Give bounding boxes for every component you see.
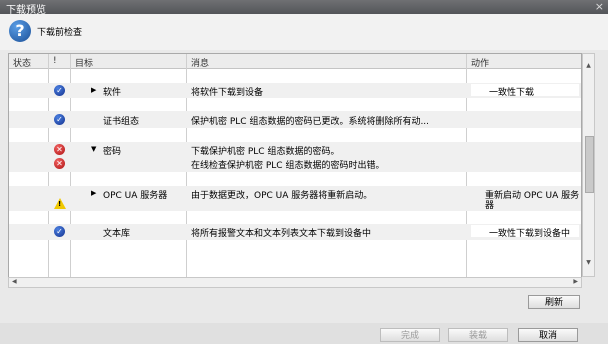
dialog-header <box>0 14 608 50</box>
table-row <box>9 211 581 224</box>
expand-arrow-icon[interactable]: ▶ <box>91 86 96 94</box>
collapse-arrow-icon[interactable]: ▼ <box>91 145 96 153</box>
table-row <box>9 128 581 142</box>
row-message: 由于数据更改，OPC UA 服务器将重新启动。 <box>191 191 373 201</box>
close-icon[interactable]: × <box>595 0 604 13</box>
check-table: 状态 ! 目标 消息 动作 ✓ ▶ 软件 将软件下载到设备 一致性下载 ✓ 证书… <box>8 53 582 279</box>
header-title: 下载前检查 <box>37 28 83 38</box>
col-action[interactable]: 动作 <box>471 56 489 69</box>
row-action: 重新启动 OPC UA 服务 <box>485 191 580 201</box>
success-icon: ✓ <box>54 226 65 237</box>
row-action: 一致性下载到设备中 <box>489 229 571 239</box>
success-icon: ✓ <box>54 114 65 125</box>
row-action-wrap: 器 <box>485 201 495 211</box>
row-action: 一致性下载 <box>489 88 535 98</box>
vertical-scrollbar[interactable]: ▲ ▼ <box>582 53 595 277</box>
error-icon: ✕ <box>54 158 65 169</box>
row-target: 文本库 <box>103 229 131 239</box>
table-row[interactable]: ✕ ▼ 密码 下载保护机密 PLC 组态数据的密码。 ✕ 在线检查保护机密 PL… <box>9 142 581 172</box>
scroll-up-icon[interactable]: ▲ <box>584 62 593 71</box>
dialog-footer <box>0 323 608 344</box>
row-target: 证书组态 <box>103 117 140 127</box>
row-message: 下载保护机密 PLC 组态数据的密码。 <box>191 147 340 157</box>
table-row[interactable]: ✓ ▶ 软件 将软件下载到设备 一致性下载 <box>9 83 581 98</box>
row-message: 将软件下载到设备 <box>191 88 264 98</box>
table-row <box>9 172 581 186</box>
warning-icon: ! <box>54 198 66 209</box>
table-row[interactable]: ✓ 证书组态 保护机密 PLC 组态数据的密码已更改。系统将删除所有动... <box>9 111 581 128</box>
col-status[interactable]: 状态 <box>13 56 31 69</box>
action-select[interactable]: 一致性下载 <box>471 84 579 98</box>
row-target: 软件 <box>103 88 122 98</box>
scroll-left-icon[interactable]: ◀ <box>12 278 17 285</box>
col-excl[interactable]: ! <box>53 56 57 66</box>
row-message: 将所有报警文本和文本列表文本下载到设备中 <box>191 229 372 239</box>
table-header: 状态 ! 目标 消息 动作 <box>9 54 581 69</box>
horizontal-scrollbar[interactable]: ◀ ▶ <box>8 277 582 288</box>
row-target: OPC UA 服务器 <box>103 191 168 201</box>
table-row[interactable]: ! ▶ OPC UA 服务器 由于数据更改，OPC UA 服务器将重新启动。 重… <box>9 186 581 211</box>
success-icon: ✓ <box>54 85 65 96</box>
action-select[interactable]: 一致性下载到设备中 <box>471 225 579 239</box>
table-row <box>9 98 581 111</box>
row-message: 在线检查保护机密 PLC 组态数据的密码时出错。 <box>191 161 385 171</box>
help-icon: ? <box>9 20 31 42</box>
col-target[interactable]: 目标 <box>75 56 93 69</box>
cancel-button[interactable]: 取消 <box>518 328 578 342</box>
refresh-button[interactable]: 刷新 <box>528 295 580 309</box>
scroll-down-icon[interactable]: ▼ <box>584 259 593 268</box>
row-message: 保护机密 PLC 组态数据的密码已更改。系统将删除所有动... <box>191 117 430 127</box>
finish-button[interactable]: 完成 <box>380 328 440 342</box>
expand-arrow-icon[interactable]: ▶ <box>91 189 96 197</box>
error-icon: ✕ <box>54 144 65 155</box>
table-row[interactable]: ✓ 文本库 将所有报警文本和文本列表文本下载到设备中 一致性下载到设备中 <box>9 224 581 240</box>
scroll-thumb[interactable] <box>585 136 594 193</box>
scroll-right-icon[interactable]: ▶ <box>573 278 578 285</box>
load-button[interactable]: 装载 <box>448 328 508 342</box>
row-target: 密码 <box>103 147 122 157</box>
col-message[interactable]: 消息 <box>191 56 209 69</box>
title-bar: 下载预览 × <box>0 0 608 16</box>
